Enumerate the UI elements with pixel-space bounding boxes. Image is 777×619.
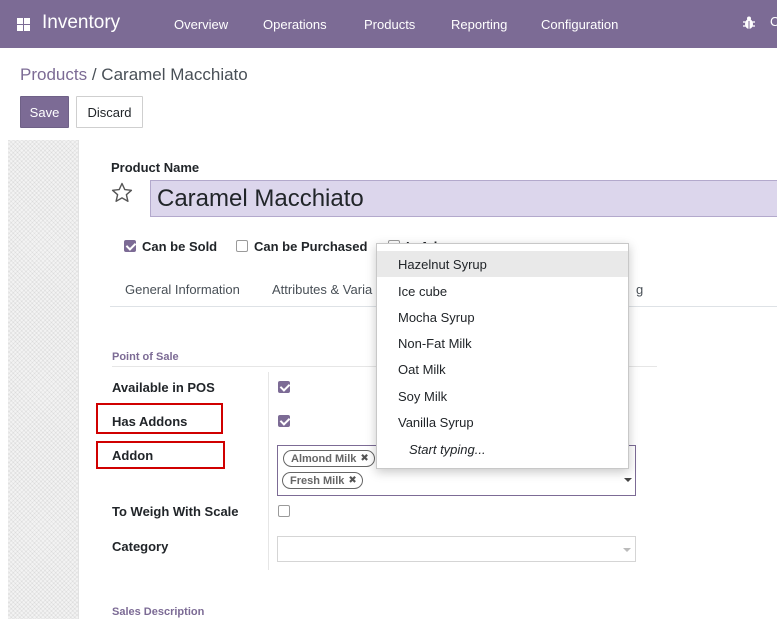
has-addons-checkbox[interactable] — [278, 415, 290, 427]
tag-label: Almond Milk — [291, 452, 357, 465]
tag-almond-milk: Almond Milk ✖ — [283, 450, 375, 467]
tag-label: Fresh Milk — [290, 474, 345, 487]
bug-icon[interactable] — [742, 15, 756, 31]
dropdown-item[interactable]: Mocha Syrup — [377, 304, 628, 330]
dropdown-item[interactable]: Vanilla Syrup — [377, 409, 628, 435]
tab-partial[interactable]: g — [636, 282, 643, 297]
category-select[interactable] — [277, 536, 636, 562]
product-name-label: Product Name — [111, 160, 200, 175]
can-be-purchased-option[interactable]: Can be Purchased — [236, 238, 367, 254]
dropdown-item[interactable]: Hazelnut Syrup — [377, 251, 628, 277]
label-column-divider — [268, 372, 269, 570]
menu-overview[interactable]: Overview — [174, 17, 228, 32]
addon-autocomplete-dropdown: Hazelnut Syrup Ice cube Mocha Syrup Non-… — [376, 243, 629, 469]
to-weigh-checkbox[interactable] — [278, 505, 290, 517]
product-name-input[interactable]: Caramel Macchiato — [150, 180, 777, 217]
discard-button[interactable]: Discard — [76, 96, 143, 128]
breadcrumb-separator: / — [91, 65, 97, 84]
breadcrumb-products-link[interactable]: Products — [20, 65, 87, 84]
dropdown-hint[interactable]: Start typing... — [377, 436, 628, 462]
highlight-box-has-addons — [96, 403, 223, 434]
pos-section-title: Point of Sale — [112, 351, 179, 363]
dropdown-item[interactable]: Ice cube — [377, 278, 628, 304]
close-icon[interactable]: ✖ — [360, 453, 368, 464]
menu-products[interactable]: Products — [364, 17, 415, 32]
to-weigh-label: To Weigh With Scale — [112, 504, 239, 519]
star-outline-icon[interactable] — [110, 181, 134, 205]
close-icon[interactable]: ✖ — [348, 475, 356, 486]
breadcrumb-current: Caramel Macchiato — [101, 65, 248, 84]
can-be-sold-option[interactable]: Can be Sold — [124, 238, 217, 254]
highlight-box-addon — [96, 441, 225, 469]
category-label: Category — [112, 539, 169, 554]
dropdown-item[interactable]: Soy Milk — [377, 383, 628, 409]
top-navbar: Inventory Overview Operations Products R… — [0, 0, 777, 48]
tab-attributes-variants[interactable]: Attributes & Varia — [272, 282, 372, 297]
available-in-pos-label: Available in POS — [112, 380, 215, 395]
caret-down-icon[interactable] — [624, 478, 632, 482]
tag-fresh-milk: Fresh Milk ✖ — [282, 472, 363, 489]
sheet-background — [8, 140, 78, 619]
dropdown-item[interactable]: Non-Fat Milk — [377, 330, 628, 356]
sales-description-title: Sales Description — [112, 606, 205, 618]
menu-operations[interactable]: Operations — [263, 17, 327, 32]
caret-down-icon[interactable] — [623, 548, 631, 552]
breadcrumb: Products / Caramel Macchiato — [20, 65, 248, 85]
can-be-purchased-checkbox[interactable] — [236, 240, 248, 252]
can-be-sold-label: Can be Sold — [142, 238, 218, 254]
menu-reporting[interactable]: Reporting — [451, 17, 507, 32]
app-name[interactable]: Inventory — [42, 12, 120, 34]
can-be-purchased-label: Can be Purchased — [254, 238, 368, 254]
tab-general-information[interactable]: General Information — [125, 282, 240, 297]
can-be-sold-checkbox[interactable] — [124, 240, 136, 252]
apps-grid-icon[interactable] — [17, 18, 30, 31]
available-in-pos-checkbox[interactable] — [278, 381, 290, 393]
dropdown-item[interactable]: Oat Milk — [377, 356, 628, 382]
navbar-cutoff-text: C — [770, 14, 777, 29]
save-button[interactable]: Save — [20, 96, 69, 128]
menu-configuration[interactable]: Configuration — [541, 17, 618, 32]
